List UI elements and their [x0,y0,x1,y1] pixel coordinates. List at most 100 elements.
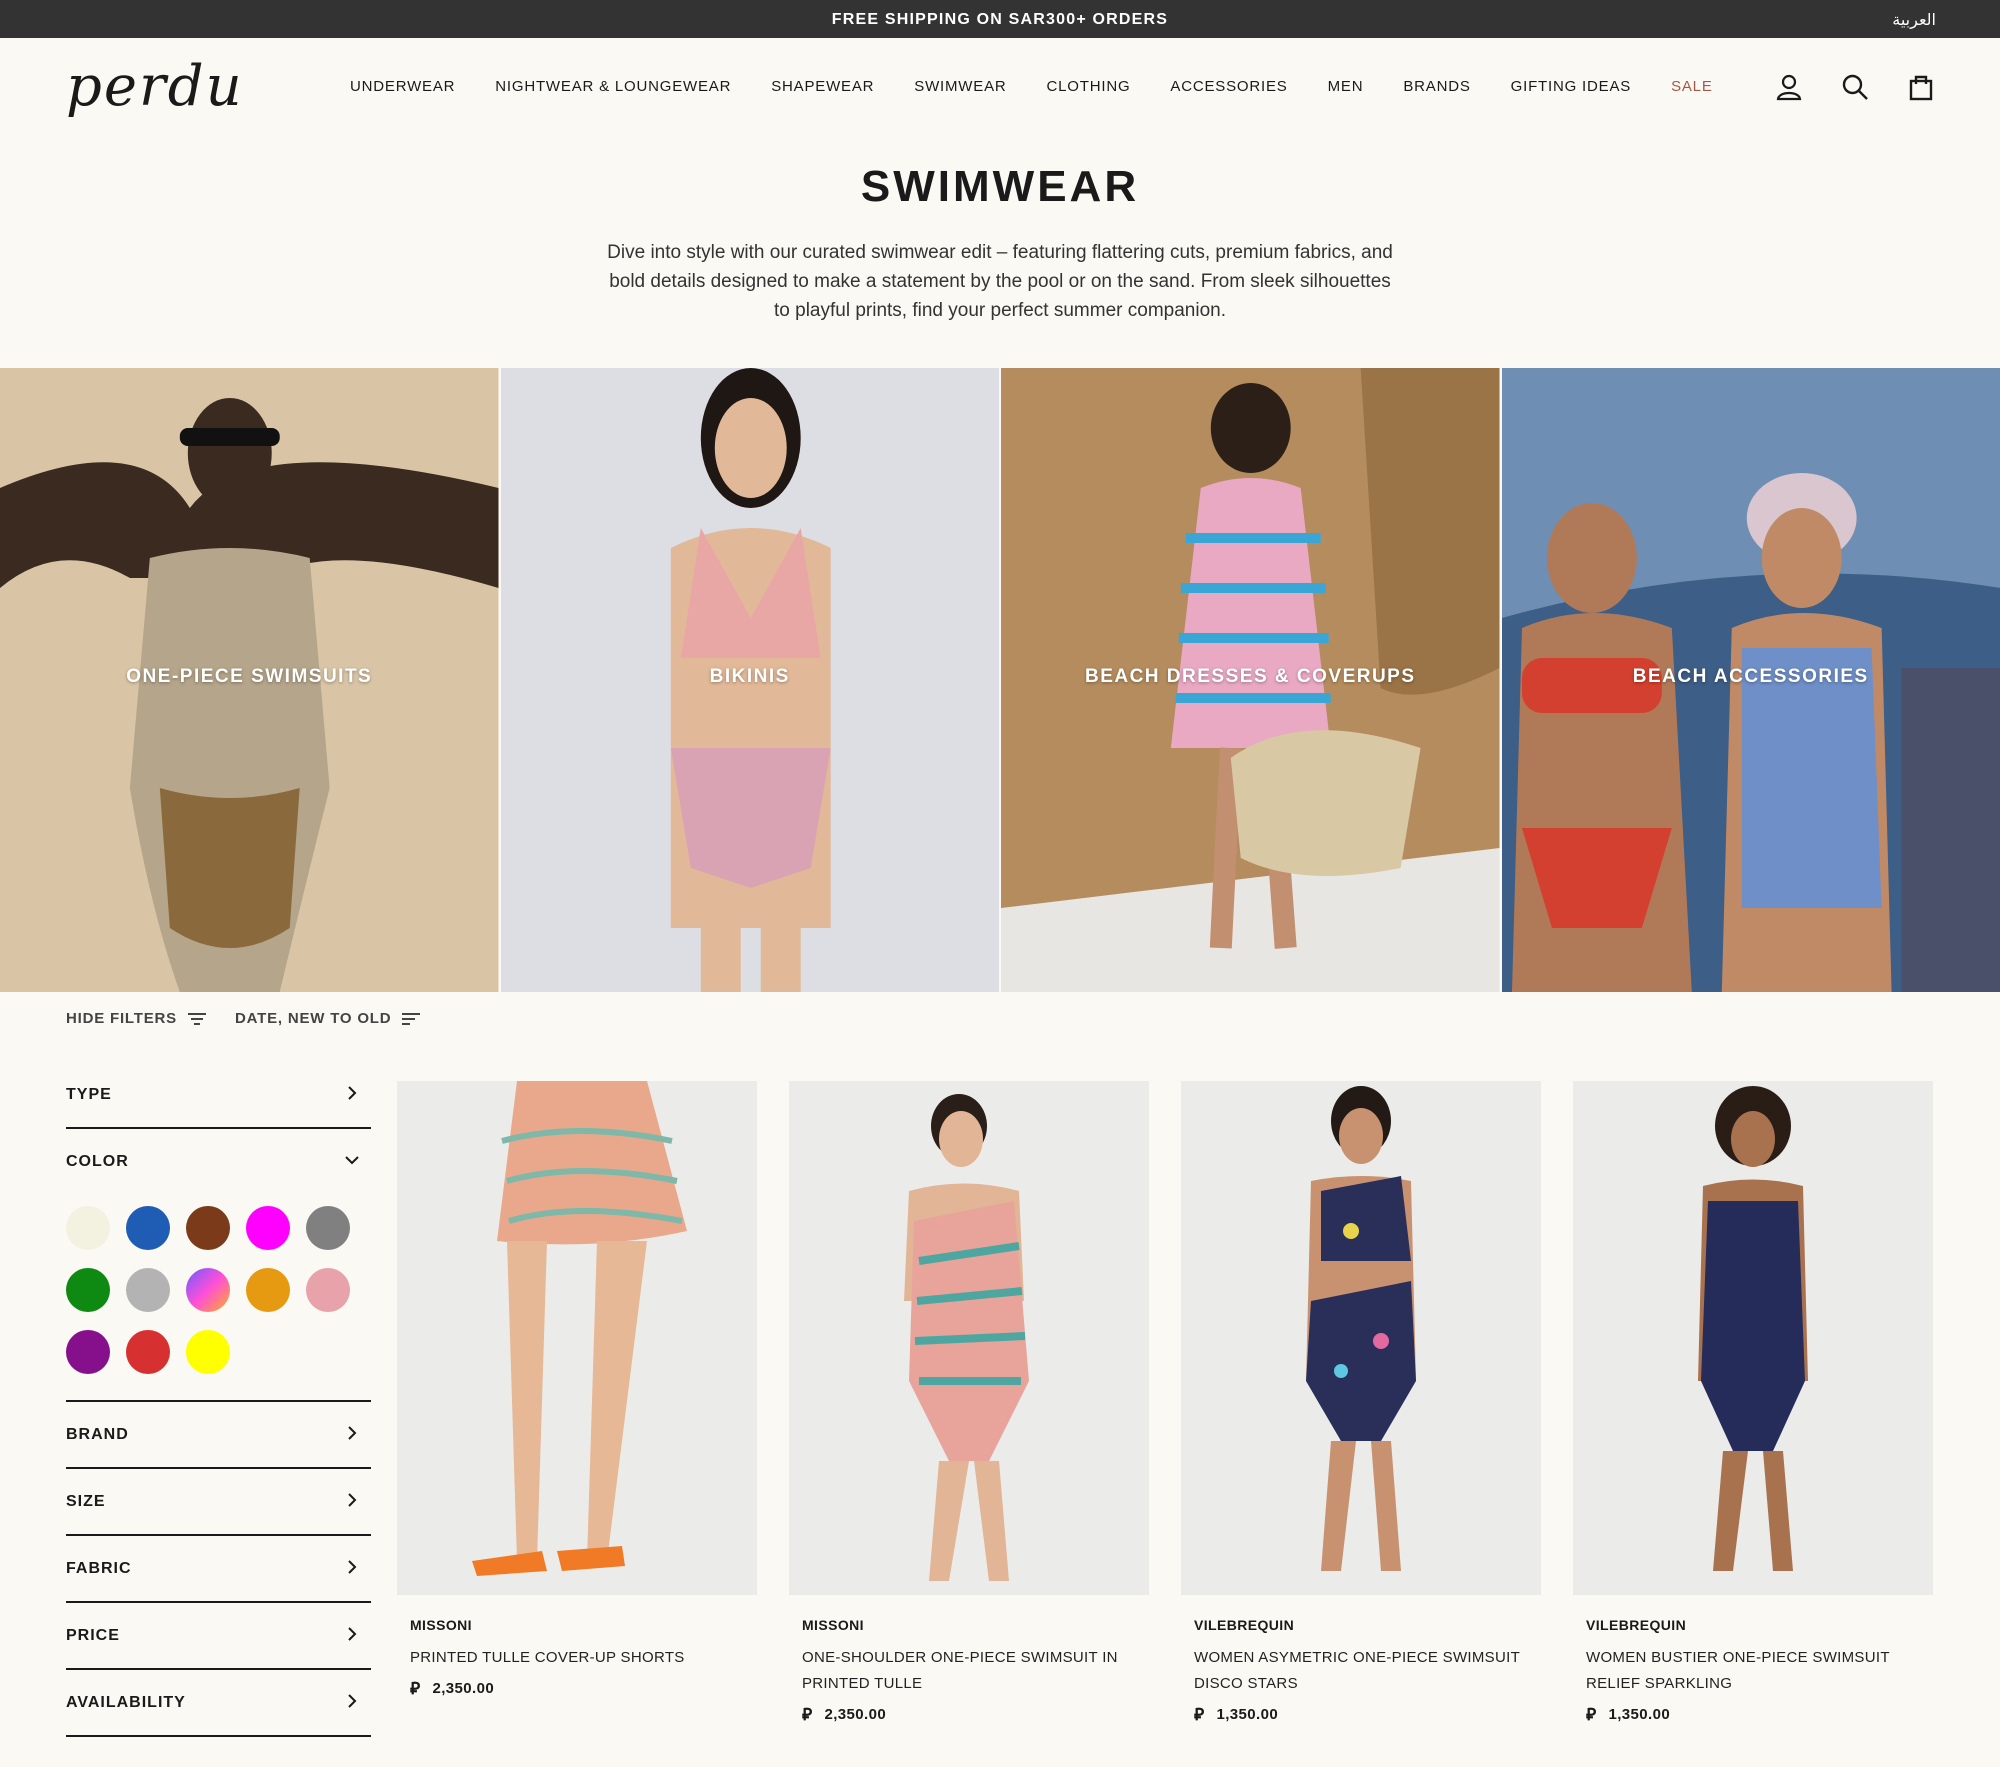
filter-fabric-label: FABRIC [66,1560,132,1577]
color-swatch-orange[interactable] [246,1268,290,1312]
nav-item-swimwear[interactable]: SWIMWEAR [914,78,1006,95]
category-tile-one-piece[interactable]: ONE-PIECE SWIMSUITS [0,368,499,992]
site-logo[interactable]: perdu [66,54,244,119]
filter-brand-label: BRAND [66,1426,129,1443]
filter-price[interactable]: PRICE [66,1603,371,1670]
category-label-beach-accessories: BEACH ACCESSORIES [1632,666,1869,687]
product-price: ⃁ 1,350.00 [1181,1703,1541,1725]
filter-color[interactable]: COLOR [66,1129,371,1196]
language-switch-link[interactable]: العربية [1892,10,1936,29]
product-name[interactable]: PRINTED TULLE COVER-UP SHORTS [397,1645,757,1671]
nav-item-gifting-ideas[interactable]: GIFTING IDEAS [1511,78,1631,95]
filter-color-label: COLOR [66,1153,129,1170]
page-title: SWIMWEAR [860,162,1140,211]
category-label-bikinis: BIKINIS [709,666,790,687]
nav-item-shapewear[interactable]: SHAPEWEAR [771,78,874,95]
main-nav: UNDERWEAR NIGHTWEAR & LOUNGEWEAR SHAPEWE… [350,78,1753,95]
nav-item-underwear[interactable]: UNDERWEAR [350,78,455,95]
color-swatch-multicolor[interactable] [186,1268,230,1312]
color-swatch-silver[interactable] [126,1268,170,1312]
filter-availability[interactable]: AVAILABILITY [66,1670,371,1737]
product-image[interactable] [1573,1081,1933,1595]
product-name[interactable]: WOMEN BUSTIER ONE-PIECE SWIMSUIT RELIEF … [1573,1645,1933,1697]
nav-item-brands[interactable]: BRANDS [1403,78,1470,95]
product-price: ⃁ 2,350.00 [789,1703,1149,1725]
product-card[interactable]: VILEBREQUIN WOMEN ASYMETRIC ONE-PIECE SW… [1181,1081,1541,1725]
product-brand: VILEBREQUIN [1586,1617,1687,1633]
product-name[interactable]: ONE-SHOULDER ONE-PIECE SWIMSUIT IN PRINT… [789,1645,1149,1697]
product-card[interactable]: MISSONI ONE-SHOULDER ONE-PIECE SWIMSUIT … [789,1081,1149,1725]
filter-size-label: SIZE [66,1493,106,1510]
hide-filters-label: HIDE FILTERS [66,1010,177,1027]
nav-item-clothing[interactable]: CLOTHING [1047,78,1131,95]
chevron-right-icon [348,1086,357,1100]
color-swatch-purple[interactable] [66,1330,110,1374]
filter-fabric[interactable]: FABRIC [66,1536,371,1603]
riyal-currency-icon: ⃁ [802,1705,813,1725]
chevron-right-icon [348,1627,357,1641]
announcement-bar: FREE SHIPPING ON SAR300+ ORDERS العربية [0,0,2000,38]
filter-size[interactable]: SIZE [66,1469,371,1536]
listing-toolbar: HIDE FILTERS DATE, NEW TO OLD [66,1010,449,1027]
category-tile-beach-accessories[interactable]: BEACH ACCESSORIES [1501,368,2000,992]
cart-icon[interactable] [1906,72,1936,102]
filter-brand[interactable]: BRAND [66,1402,371,1469]
filter-price-label: PRICE [66,1627,120,1644]
product-price-value: 1,350.00 [1608,1705,1671,1723]
hide-filters-button[interactable]: HIDE FILTERS [66,1010,207,1027]
sort-button[interactable]: DATE, NEW TO OLD [235,1010,421,1027]
color-swatch-green[interactable] [66,1268,110,1312]
chevron-right-icon [348,1694,357,1708]
product-brand: VILEBREQUIN [1194,1617,1295,1633]
filter-availability-label: AVAILABILITY [66,1694,186,1711]
color-swatch-cream[interactable] [66,1206,110,1250]
account-icon[interactable] [1774,72,1804,102]
site-header: perdu UNDERWEAR NIGHTWEAR & LOUNGEWEAR S… [0,38,2000,134]
category-tile-beach-dresses[interactable]: BEACH DRESSES & COVERUPS [1001,368,1500,992]
product-card[interactable]: VILEBREQUIN WOMEN BUSTIER ONE-PIECE SWIM… [1573,1081,1933,1725]
category-label-one-piece: ONE-PIECE SWIMSUITS [126,666,373,687]
color-swatches [66,1196,371,1402]
product-image[interactable] [397,1081,757,1595]
product-price: ⃁ 1,350.00 [1573,1703,1933,1725]
search-icon[interactable] [1840,72,1870,102]
chevron-right-icon [348,1560,357,1574]
color-swatch-pink[interactable] [306,1268,350,1312]
product-price-value: 1,350.00 [1216,1705,1279,1723]
sort-label: DATE, NEW TO OLD [235,1010,392,1027]
product-price: ⃁ 2,350.00 [397,1677,757,1699]
product-brand: MISSONI [802,1617,864,1633]
riyal-currency-icon: ⃁ [410,1679,421,1699]
product-name[interactable]: WOMEN ASYMETRIC ONE-PIECE SWIMSUIT DISCO… [1181,1645,1541,1697]
filters-sidebar: TYPE COLOR BRAND SIZE FABRIC PRICE AVAIL… [66,1062,371,1737]
category-label-beach-dresses: BEACH DRESSES & COVERUPS [1084,666,1416,687]
filter-type[interactable]: TYPE [66,1062,371,1129]
nav-item-nightwear[interactable]: NIGHTWEAR & LOUNGEWEAR [495,78,731,95]
riyal-currency-icon: ⃁ [1586,1705,1597,1725]
color-swatch-blue[interactable] [126,1206,170,1250]
nav-item-sale[interactable]: SALE [1671,78,1713,95]
color-swatch-yellow[interactable] [186,1330,230,1374]
nav-item-accessories[interactable]: ACCESSORIES [1170,78,1287,95]
product-price-value: 2,350.00 [432,1679,495,1697]
product-image[interactable] [1181,1081,1541,1595]
chevron-right-icon [348,1493,357,1507]
collection-description: Dive into style with our curated swimwea… [607,242,1393,321]
filter-icon [188,1012,206,1025]
product-image[interactable] [789,1081,1149,1595]
product-brand: MISSONI [410,1617,472,1633]
chevron-down-icon [345,1156,359,1165]
riyal-currency-icon: ⃁ [1194,1705,1205,1725]
color-swatch-magenta[interactable] [246,1206,290,1250]
nav-item-men[interactable]: MEN [1328,78,1364,95]
chevron-right-icon [348,1426,357,1440]
filter-type-label: TYPE [66,1086,112,1103]
color-swatch-brown[interactable] [186,1206,230,1250]
category-tile-bikinis[interactable]: BIKINIS [500,368,999,992]
product-grid: MISSONI PRINTED TULLE COVER-UP SHORTS ⃁ … [397,1081,1965,1725]
color-swatch-red[interactable] [126,1330,170,1374]
announcement-message: FREE SHIPPING ON SAR300+ ORDERS [831,11,1169,28]
product-price-value: 2,350.00 [824,1705,887,1723]
product-card[interactable]: MISSONI PRINTED TULLE COVER-UP SHORTS ⃁ … [397,1081,757,1725]
color-swatch-gray[interactable] [306,1206,350,1250]
